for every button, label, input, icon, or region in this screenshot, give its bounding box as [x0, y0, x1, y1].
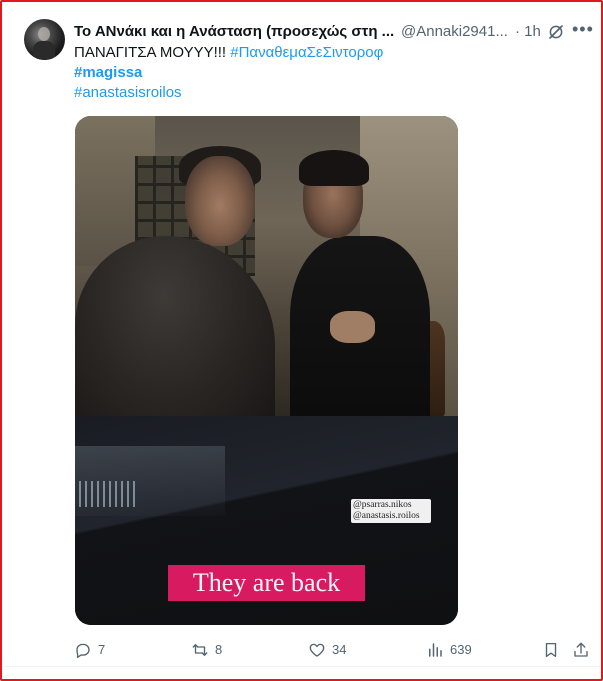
tweet-plain-text: ΠΑΝΑΓΙΤΣΑ ΜΟΥΥΥ!!! — [74, 44, 231, 61]
reply-button[interactable]: 7 — [74, 639, 105, 661]
grok-icon[interactable] — [547, 23, 565, 41]
views-icon — [429, 643, 442, 657]
media-caption: They are back — [168, 565, 365, 601]
media-tag-line: @psarras.nikos — [353, 500, 412, 510]
author-handle[interactable]: @Annaki2941... — [401, 22, 508, 42]
hashtag-magissa[interactable]: #magissa — [74, 64, 142, 81]
tweet-actions: 7 8 34 639 — [74, 639, 594, 661]
tweet-header: Το ΑΝνάκι και η Ανάσταση (προσεχώς στη .… — [74, 20, 594, 42]
divider — [4, 666, 599, 667]
tweet-line-2: #magissa — [74, 63, 383, 83]
retweet-button[interactable]: 8 — [191, 639, 222, 661]
like-count: 34 — [332, 642, 347, 657]
tweet-line-3: #anastasisroilos — [74, 83, 383, 103]
tweet-card[interactable]: Το ΑΝνάκι και η Ανάσταση (προσεχώς στη .… — [0, 0, 603, 681]
media-tag-overlay: @psarras.nikos @anastasis.roilos — [351, 499, 431, 523]
views-count: 639 — [450, 642, 472, 657]
bookmark-icon — [545, 642, 557, 658]
like-button[interactable]: 34 — [308, 639, 346, 661]
retweet-icon — [192, 644, 208, 656]
views-button[interactable]: 639 — [426, 639, 472, 661]
timestamp[interactable]: · 1h — [515, 22, 541, 42]
author-name[interactable]: Το ΑΝνάκι και η Ανάσταση (προσεχώς στη .… — [74, 22, 394, 42]
bookmark-button[interactable] — [542, 639, 560, 661]
share-button[interactable] — [572, 639, 590, 661]
avatar[interactable] — [24, 19, 65, 60]
media-tag-line: @anastasis.roilos — [353, 511, 420, 521]
tweet-media-image[interactable]: @psarras.nikos @anastasis.roilos They ar… — [75, 116, 458, 625]
retweet-count: 8 — [215, 642, 223, 657]
tweet-line-1: ΠΑΝΑΓΙΤΣΑ ΜΟΥΥΥ!!! #ΠαναθεμαΣεΣιντοροφ — [74, 43, 383, 63]
reply-icon — [76, 643, 90, 659]
tweet-text: ΠΑΝΑΓΙΤΣΑ ΜΟΥΥΥ!!! #ΠαναθεμαΣεΣιντοροφ #… — [74, 43, 383, 103]
more-options-icon[interactable]: ••• — [572, 20, 593, 42]
reply-count: 7 — [98, 642, 106, 657]
share-icon — [574, 642, 588, 657]
hashtag-panathema[interactable]: #ΠαναθεμαΣεΣιντοροφ — [230, 44, 383, 61]
heart-icon — [309, 643, 325, 657]
hashtag-anastasisroilos[interactable]: #anastasisroilos — [74, 84, 182, 101]
